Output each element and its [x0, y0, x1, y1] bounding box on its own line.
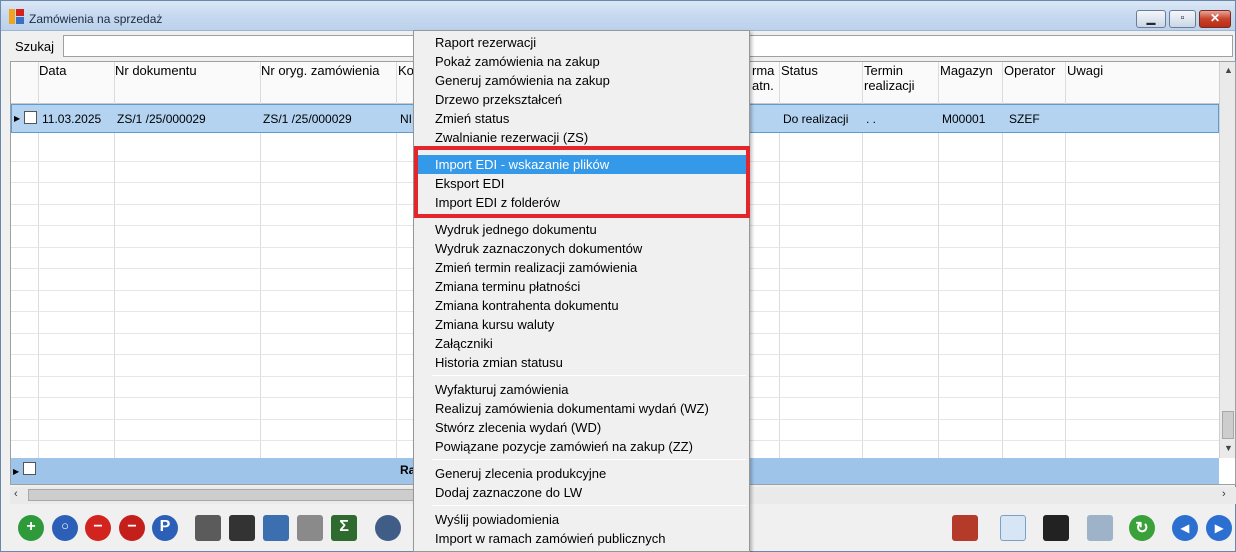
next-icon[interactable]: ▸ — [1206, 515, 1232, 541]
p-icon[interactable]: P — [152, 515, 178, 541]
plus-icon[interactable]: + — [18, 515, 44, 541]
menu-item-zmiana-kursu[interactable]: Zmiana kursu waluty — [417, 315, 746, 334]
col-header-termin-line1: Termin — [864, 63, 904, 78]
minus-dropdown-icon[interactable]: − — [119, 515, 145, 541]
title-bar[interactable]: Zamówienia na sprzedaż ▁ ▫ ✕ — [1, 1, 1235, 31]
menu-item-dodaj-lw[interactable]: Dodaj zaznaczone do LW — [417, 483, 746, 502]
vertical-scrollbar[interactable]: ▲ ▼ — [1219, 62, 1235, 458]
menu-item-zlecenia-produkcyjne[interactable]: Generuj zlecenia produkcyjne — [417, 464, 746, 483]
menu-item-wydruk-zaznaczonych[interactable]: Wydruk zaznaczonych dokumentów — [417, 239, 746, 258]
menu-item-zlecenia-wd[interactable]: Stwórz zlecenia wydań (WD) — [417, 418, 746, 437]
minimize-button[interactable]: ▁ — [1136, 10, 1166, 28]
menu-item-wyslij-powiadomienia[interactable]: Wyślij powiadomienia — [417, 510, 746, 529]
vertical-scroll-thumb[interactable] — [1222, 411, 1234, 439]
context-menu: Raport rezerwacji Pokaż zamówienia na za… — [413, 30, 750, 552]
minimize-icon: ▁ — [1146, 13, 1156, 25]
menu-item-pokaz-zamowienia[interactable]: Pokaż zamówienia na zakup — [417, 52, 746, 71]
menu-item-realizuj-wz[interactable]: Realizuj zamówienia dokumentami wydań (W… — [417, 399, 746, 418]
col-header-nr-dokumentu[interactable]: Nr dokumentu — [115, 63, 197, 78]
col-header-operator[interactable]: Operator — [1004, 63, 1055, 78]
menu-item-zmien-status[interactable]: Zmień status — [417, 109, 746, 128]
menu-item-wyfakturuj[interactable]: Wyfakturuj zamówienia — [417, 380, 746, 399]
cell-data: 11.03.2025 — [42, 112, 102, 126]
maximize-button[interactable]: ▫ — [1169, 10, 1196, 28]
menu-item-zwalnianie-rezerwacji[interactable]: Zwalnianie rezerwacji (ZS) — [417, 128, 746, 147]
menu-item-powiazane-zz[interactable]: Powiązane pozycje zamówień na zakup (ZZ) — [417, 437, 746, 456]
menu-separator — [432, 375, 746, 376]
close-icon: ✕ — [1209, 11, 1221, 25]
cell-kontrahent: NI — [400, 112, 412, 126]
col-header-termin[interactable]: Termin realizacji — [864, 63, 915, 93]
tools-icon[interactable] — [297, 515, 323, 541]
summary-checkbox[interactable] — [23, 462, 36, 475]
window-title: Zamówienia na sprzedaż — [29, 12, 163, 26]
cell-nr-dokumentu: ZS/1 /25/000029 — [117, 112, 206, 126]
row-indicator-icon: ▶ — [14, 114, 21, 123]
scroll-right-icon[interactable]: › — [1222, 488, 1226, 500]
col-header-forma-line2: atn. — [752, 78, 774, 93]
document-icon[interactable] — [1000, 515, 1026, 541]
menu-item-generuj-zamowienia[interactable]: Generuj zamówienia na zakup — [417, 71, 746, 90]
cell-nr-oryg: ZS/1 /25/000029 — [263, 112, 352, 126]
magnifier-icon[interactable]: ○ — [52, 515, 78, 541]
scroll-left-icon[interactable]: ‹ — [14, 488, 18, 500]
maximize-icon: ▫ — [1180, 12, 1185, 24]
app-icon — [9, 9, 24, 24]
chart-icon[interactable] — [952, 515, 978, 541]
calendar-icon[interactable] — [263, 515, 289, 541]
binoculars-icon[interactable] — [229, 515, 255, 541]
col-header-termin-line2: realizacji — [864, 78, 915, 93]
col-header-magazyn[interactable]: Magazyn — [940, 63, 993, 78]
col-header-forma[interactable]: rma atn. — [752, 63, 774, 93]
cell-status: Do realizacji — [783, 112, 849, 126]
prev-icon[interactable]: ◂ — [1172, 515, 1198, 541]
col-header-forma-line1: rma — [752, 63, 775, 78]
menu-item-wydruk-jednego[interactable]: Wydruk jednego dokumentu — [417, 220, 746, 239]
minus-icon[interactable]: − — [85, 515, 111, 541]
gears-icon[interactable] — [375, 515, 401, 541]
menu-item-import-zamowien-publicznych[interactable]: Import w ramach zamówień publicznych — [417, 529, 746, 548]
close-button[interactable]: ✕ — [1199, 10, 1231, 28]
printer-icon[interactable] — [195, 515, 221, 541]
col-header-status[interactable]: Status — [781, 63, 818, 78]
menu-item-zmien-termin[interactable]: Zmień termin realizacji zamówienia — [417, 258, 746, 277]
cell-termin: . . — [866, 112, 877, 126]
menu-item-zmiana-kontrahenta[interactable]: Zmiana kontrahenta dokumentu — [417, 296, 746, 315]
menu-item-zmiana-terminu-platnosci[interactable]: Zmiana terminu płatności — [417, 277, 746, 296]
cell-operator: SZEF — [1009, 112, 1040, 126]
menu-separator — [432, 459, 746, 460]
cell-magazyn: M00001 — [942, 112, 986, 126]
scroll-down-icon[interactable]: ▼ — [1220, 443, 1235, 453]
horizontal-scroll-thumb[interactable] — [28, 489, 428, 501]
col-header-data[interactable]: Data — [39, 63, 66, 78]
row-checkbox[interactable] — [24, 111, 37, 124]
menu-item-historia-statusu[interactable]: Historia zmian statusu — [417, 353, 746, 372]
col-header-uwagi[interactable]: Uwagi — [1067, 63, 1103, 78]
windows-icon[interactable] — [1087, 515, 1113, 541]
summary-indicator-icon: ▶ — [13, 467, 20, 476]
menu-item-raport-rezerwacji[interactable]: Raport rezerwacji — [417, 33, 746, 52]
floppy-icon[interactable] — [1043, 515, 1069, 541]
edi-highlight-box — [414, 146, 750, 218]
refresh-icon[interactable]: ↻ — [1129, 515, 1155, 541]
menu-item-zalaczniki[interactable]: Załączniki — [417, 334, 746, 353]
search-label: Szukaj — [15, 39, 55, 54]
col-header-nr-oryg[interactable]: Nr oryg. zamówienia — [261, 63, 380, 78]
col-header-kontrahent[interactable]: Ko — [398, 63, 414, 78]
menu-item-drzewo-przeksztalcen[interactable]: Drzewo przekształceń — [417, 90, 746, 109]
menu-separator — [432, 505, 746, 506]
sum-icon[interactable]: Σ — [331, 515, 357, 541]
scroll-up-icon[interactable]: ▲ — [1220, 65, 1235, 75]
